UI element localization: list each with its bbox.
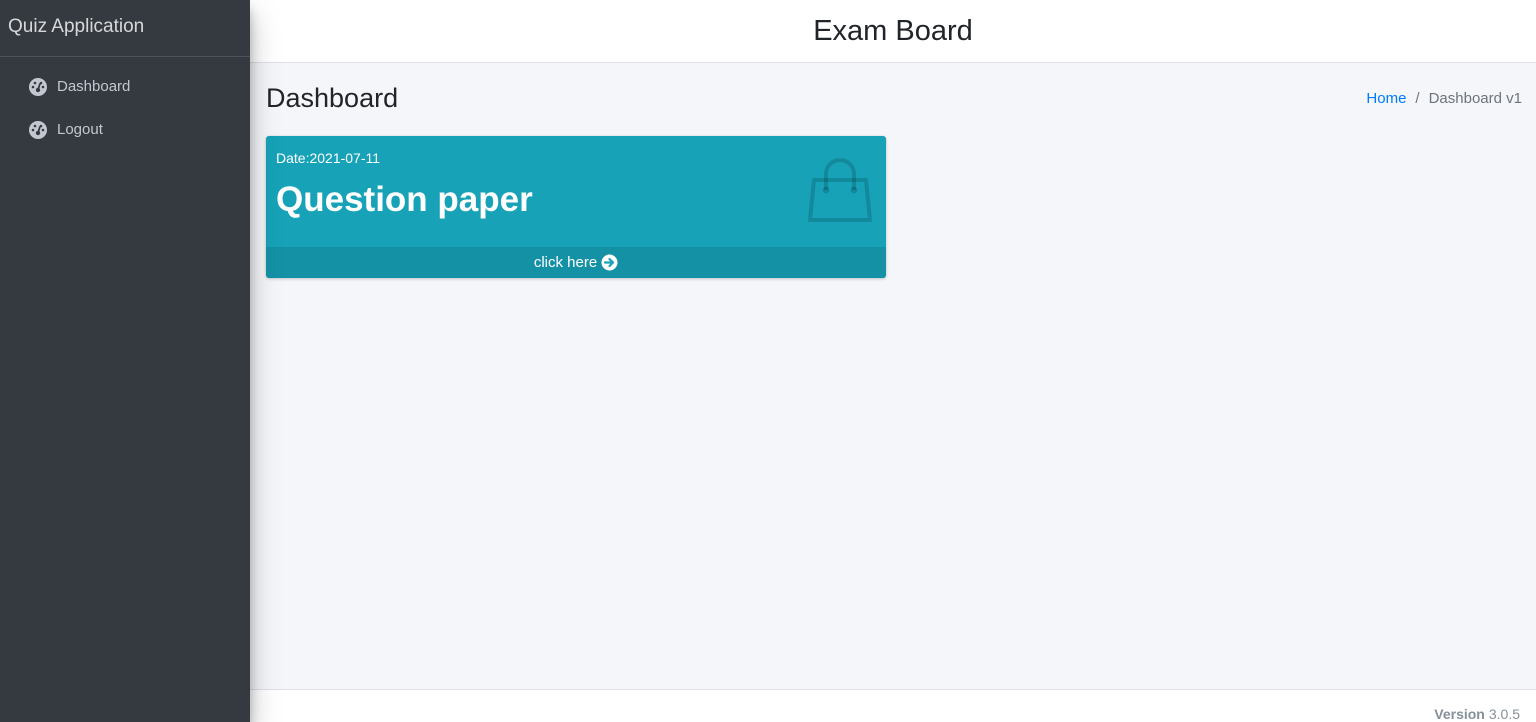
tachometer-icon	[28, 77, 48, 97]
page-footer: Version 3.0.5	[250, 689, 1536, 722]
breadcrumb: Home / Dashboard v1	[1366, 90, 1522, 107]
sidebar-nav: Dashboard Logout	[0, 57, 250, 151]
breadcrumb-home-link[interactable]: Home	[1366, 90, 1406, 107]
top-header: Exam Board	[250, 0, 1536, 63]
version-label: Version	[1434, 706, 1485, 722]
card-date: Date:2021-07-11	[276, 150, 381, 166]
card-footer-label: click here	[533, 254, 598, 271]
card-footer-link[interactable]: click here	[266, 247, 886, 278]
page-title: Dashboard	[266, 82, 399, 113]
tachometer-icon	[28, 120, 48, 140]
sidebar-item-dashboard[interactable]: Dashboard	[0, 65, 250, 108]
breadcrumb-separator: /	[1415, 89, 1420, 107]
sidebar: Quiz Application Dashboard Logout	[0, 0, 250, 722]
question-paper-card: Date:2021-07-11 Question paper click her…	[266, 136, 886, 278]
header-title: Exam Board	[813, 14, 973, 47]
card-title: Question paper	[276, 180, 533, 219]
arrow-circle-right-icon	[601, 254, 618, 271]
breadcrumb-current: Dashboard v1	[1428, 89, 1522, 107]
sidebar-item-label: Dashboard	[57, 78, 131, 95]
content-header: Dashboard Home / Dashboard v1	[266, 78, 1522, 118]
shopping-bag-icon	[808, 158, 872, 224]
card-inner: Date:2021-07-11 Question paper	[266, 136, 886, 247]
brand-title[interactable]: Quiz Application	[0, 0, 250, 57]
sidebar-item-label: Logout	[57, 121, 103, 138]
sidebar-item-logout[interactable]: Logout	[0, 108, 250, 151]
version-number: 3.0.5	[1488, 706, 1520, 722]
